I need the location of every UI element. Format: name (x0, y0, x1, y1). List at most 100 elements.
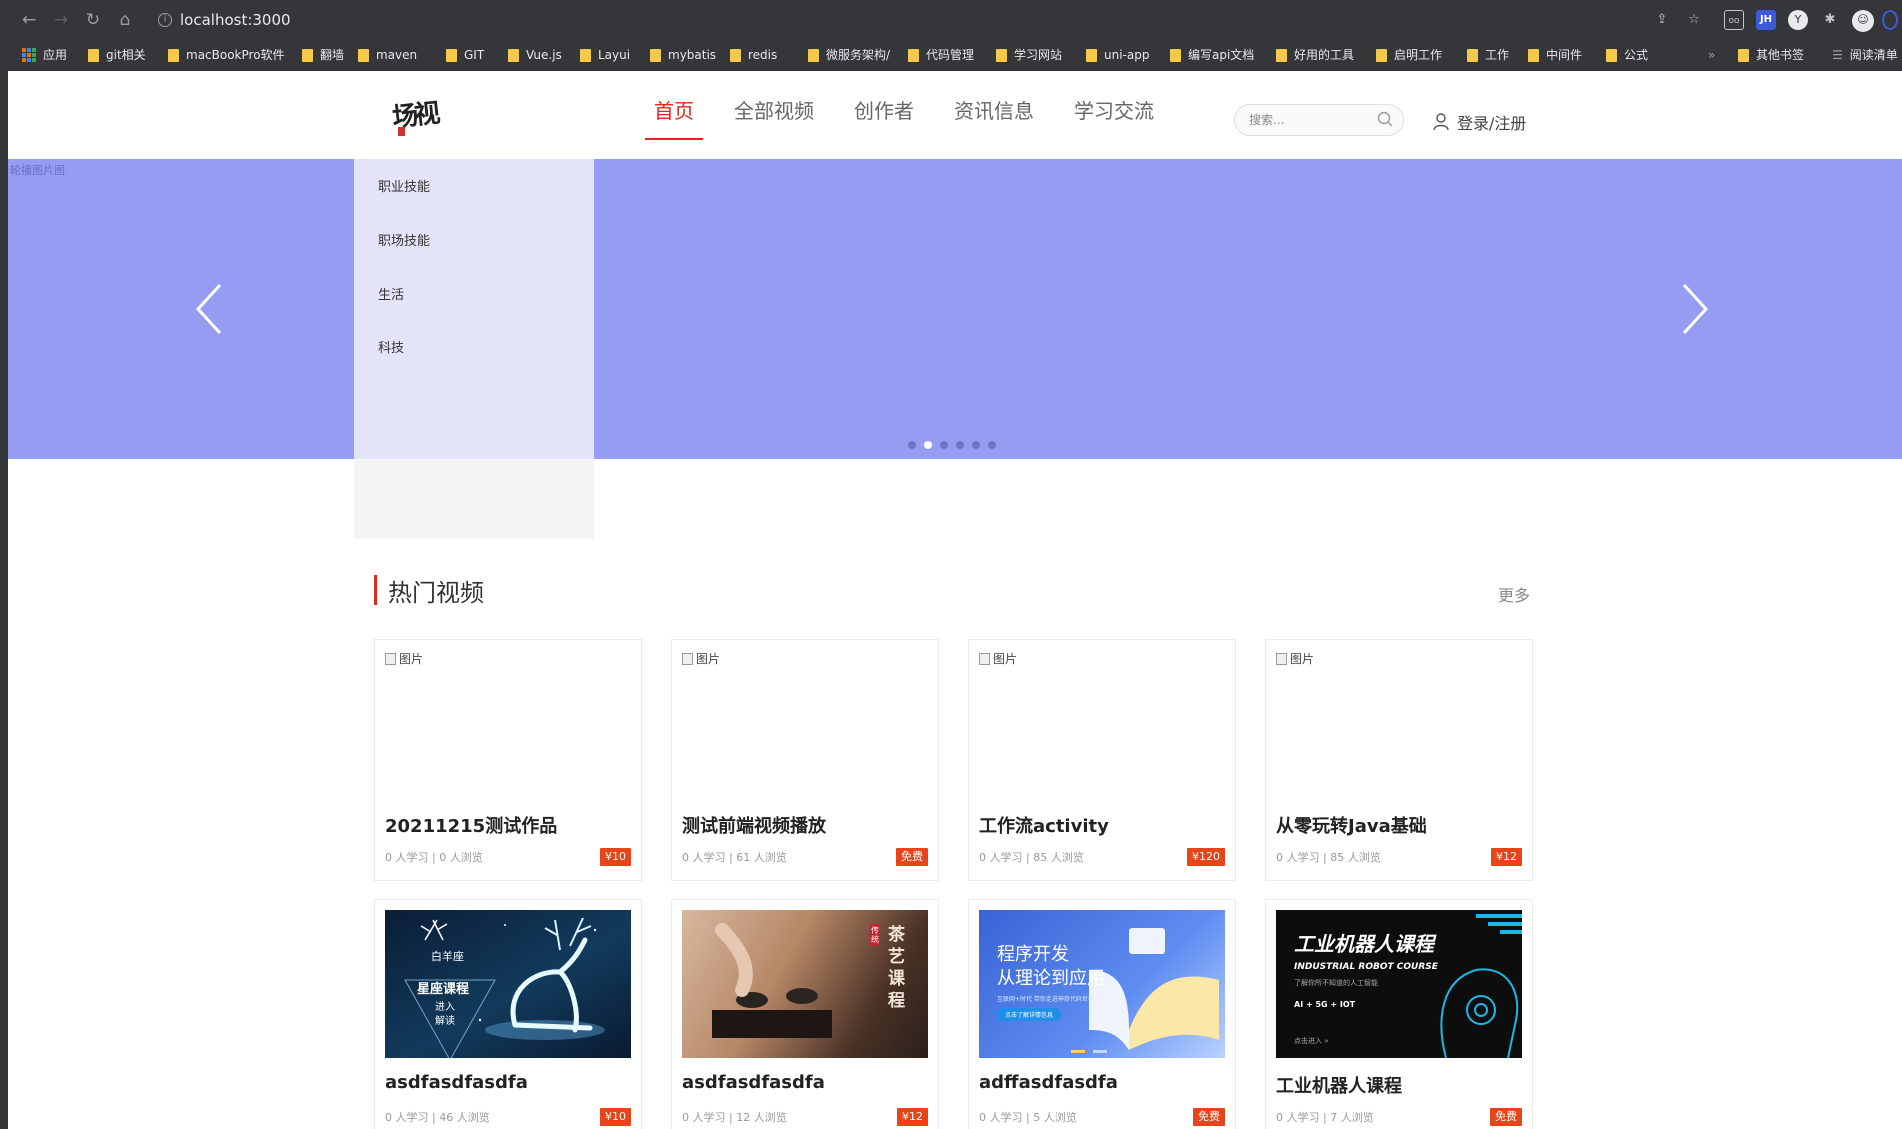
video-title[interactable]: 20211215测试作品 (385, 812, 557, 838)
bookmark-item[interactable]: 工作 (1467, 44, 1509, 66)
profile-avatar[interactable]: ☺ (1852, 10, 1874, 32)
bookmark-item[interactable]: macBookPro软件 (168, 44, 285, 66)
category-item[interactable]: 职业技能 (378, 176, 430, 195)
video-thumbnail[interactable]: 工业机器人课程 INDUSTRIAL ROBOT COURSE 了解你所不知道的人工… (1276, 910, 1522, 1058)
nav-item[interactable]: 学习交流 (1074, 71, 1154, 151)
carousel-dot[interactable] (924, 441, 932, 449)
carousel-next-icon[interactable] (1680, 281, 1710, 337)
video-title[interactable]: asdfasdfasdfa (682, 1072, 825, 1093)
bookmark-item[interactable]: GIT (446, 44, 484, 66)
extension-icon[interactable]: oo (1724, 10, 1744, 30)
bookmark-label: 代码管理 (926, 48, 975, 62)
bookmark-item[interactable]: git相关 (88, 44, 146, 66)
share-icon[interactable]: ⇪ (1652, 10, 1672, 30)
bookmark-item[interactable]: 微服务架构/ (808, 44, 890, 66)
carousel-dot[interactable] (988, 441, 996, 449)
video-thumbnail[interactable]: 图片 (682, 650, 928, 798)
bookmark-item[interactable]: Layui (580, 44, 630, 66)
login-link[interactable]: 登录/注册 (1433, 111, 1526, 133)
bookmark-item[interactable]: 学习网站 (996, 44, 1062, 66)
video-thumbnail[interactable]: 图片 (979, 650, 1225, 798)
category-item[interactable]: 生活 (378, 284, 404, 303)
y-extension-icon[interactable]: Y (1788, 10, 1808, 30)
user-icon (1433, 113, 1449, 131)
url-text[interactable]: localhost:3000 (180, 8, 291, 32)
bookmark-item[interactable]: 应用 (22, 44, 67, 66)
video-thumbnail[interactable]: 白羊座 星座课程 进入 解读 (385, 910, 631, 1058)
more-link[interactable]: 更多 (1498, 582, 1530, 606)
site-info-icon[interactable]: i (158, 13, 172, 27)
bookmark-item[interactable]: 中间件 (1528, 44, 1582, 66)
video-card[interactable]: 图片 测试前端视频播放 0 人学习 | 61 人浏览 免费 (671, 639, 939, 881)
video-thumbnail[interactable]: 图片 (1276, 650, 1522, 798)
bookmark-item[interactable]: 编写api文档 (1170, 44, 1254, 66)
bookmark-item[interactable]: maven (358, 44, 417, 66)
other-bookmarks[interactable]: 其他书签 (1738, 44, 1804, 66)
price-badge: ¥12 (897, 1108, 928, 1126)
carousel-prev-icon[interactable] (194, 281, 224, 337)
nav-item[interactable]: 首页 (645, 71, 703, 151)
video-card[interactable]: 图片 从零玩转Java基础 0 人学习 | 85 人浏览 ¥12 (1265, 639, 1533, 881)
folder-icon (650, 48, 661, 62)
carousel-dot[interactable] (972, 441, 980, 449)
nav-item[interactable]: 资讯信息 (954, 71, 1034, 151)
bookmark-star-icon[interactable]: ☆ (1684, 10, 1704, 30)
category-item[interactable]: 科技 (378, 337, 404, 356)
carousel-dot[interactable] (908, 441, 916, 449)
site-logo[interactable]: 场视 (388, 91, 448, 149)
video-title[interactable]: 从零玩转Java基础 (1276, 812, 1427, 838)
bookmark-item[interactable]: redis (730, 44, 777, 66)
category-item[interactable]: 职场技能 (378, 230, 430, 249)
thumb-text: 程序开发 (997, 944, 1069, 965)
bookmark-item[interactable]: Vue.js (508, 44, 562, 66)
banner-carousel[interactable]: 轮播图片图 (8, 159, 1902, 459)
video-card[interactable]: 白羊座 星座课程 进入 解读 asdfasdfasdfa 0 人学习 | 46 人浏览 ¥1… (374, 899, 642, 1129)
puzzle-icon[interactable]: ✱ (1820, 10, 1840, 30)
video-title[interactable]: 测试前端视频播放 (682, 812, 826, 838)
video-title[interactable]: 工业机器人课程 (1276, 1072, 1402, 1098)
video-thumbnail[interactable]: 传统 茶艺课程 (682, 910, 928, 1058)
video-thumbnail[interactable]: 图片 (385, 650, 631, 798)
nav-item[interactable]: 创作者 (854, 71, 914, 151)
video-title[interactable]: 工作流activity (979, 812, 1109, 838)
search-icon[interactable] (1377, 111, 1393, 127)
reading-list-label: 阅读清单 (1849, 48, 1898, 62)
video-card[interactable]: 传统 茶艺课程 asdfasdfasdfa 0 人学习 | 12 人浏览 ¥12 (671, 899, 939, 1129)
bookmark-item[interactable]: 启明工作 (1376, 44, 1442, 66)
bookmark-item[interactable]: 翻墙 (302, 44, 344, 66)
update-icon[interactable] (1882, 10, 1898, 30)
bookmark-item[interactable]: 好用的工具 (1276, 44, 1354, 66)
bookmark-item[interactable]: uni-app (1086, 44, 1149, 66)
search-box[interactable] (1234, 104, 1404, 136)
broken-image: 图片 (682, 650, 720, 667)
video-title[interactable]: adffasdfasdfa (979, 1072, 1118, 1093)
url-bar[interactable]: i localhost:3000 (158, 8, 291, 32)
video-card[interactable]: 图片 20211215测试作品 0 人学习 | 0 人浏览 ¥10 (374, 639, 642, 881)
forward-icon[interactable]: → (50, 9, 72, 31)
bookmark-item[interactable]: 公式 (1606, 44, 1648, 66)
jh-extension-icon[interactable]: JH (1756, 10, 1776, 30)
home-icon[interactable]: ⌂ (114, 9, 136, 31)
bookmark-label: 中间件 (1546, 48, 1583, 62)
video-card[interactable]: 程序开发 从理论到应用 互联网+时代 带你走进神奇代码世界 点击了解详情信息 adffa… (968, 899, 1236, 1129)
search-input[interactable] (1249, 111, 1369, 129)
bookmark-item[interactable]: mybatis (650, 44, 716, 66)
back-icon[interactable]: ← (18, 9, 40, 31)
reading-list[interactable]: ☰ 阅读清单 (1832, 44, 1898, 66)
video-thumbnail[interactable]: 程序开发 从理论到应用 互联网+时代 带你走进神奇代码世界 点击了解详情信息 (979, 910, 1225, 1058)
video-stats: 0 人学习 | 5 人浏览 (979, 1111, 1077, 1124)
bookmarks-overflow-icon[interactable]: » (1708, 44, 1715, 66)
bookmark-item[interactable]: 代码管理 (908, 44, 974, 66)
thumb-text: 白羊座 (431, 950, 464, 963)
video-card[interactable]: 图片 工作流activity 0 人学习 | 85 人浏览 ¥120 (968, 639, 1236, 881)
folder-icon (580, 48, 591, 62)
video-card[interactable]: 工业机器人课程 INDUSTRIAL ROBOT COURSE 了解你所不知道的人工… (1265, 899, 1533, 1129)
thumb-text: 茶艺课程 (888, 925, 905, 1011)
nav-item[interactable]: 全部视频 (734, 71, 814, 151)
carousel-dot[interactable] (940, 441, 948, 449)
reload-icon[interactable]: ↻ (82, 9, 104, 31)
apps-icon (22, 48, 36, 62)
video-title[interactable]: asdfasdfasdfa (385, 1072, 528, 1093)
carousel-dot[interactable] (956, 441, 964, 449)
bookmark-label: uni-app (1104, 48, 1150, 62)
